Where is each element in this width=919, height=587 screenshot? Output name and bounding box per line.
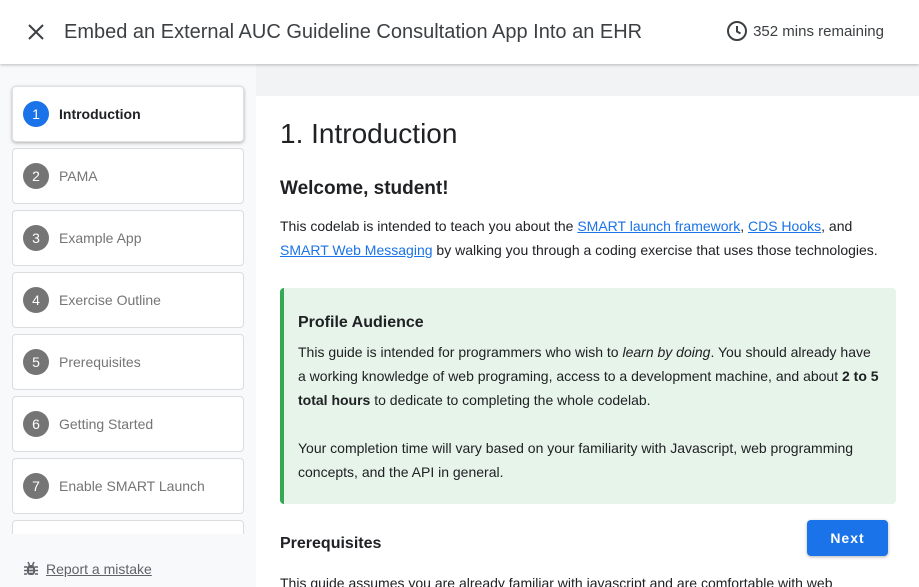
prerequisites-heading: Prerequisites	[280, 535, 382, 552]
step-label: Introduction	[59, 106, 141, 122]
step-label: PAMA	[59, 168, 98, 184]
callout-emphasis: learn by doing	[622, 344, 711, 360]
next-button[interactable]: Next	[807, 520, 888, 556]
callout-text: to dedicate to completing the whole code…	[370, 392, 651, 408]
step-number: 3	[23, 225, 49, 251]
close-icon	[28, 24, 44, 40]
intro-paragraph: This codelab is intended to teach you ab…	[280, 214, 900, 262]
step-label: Example App	[59, 230, 142, 246]
time-remaining-text: 352 mins remaining	[753, 22, 884, 40]
callout-paragraph-1: This guide is intended for programmers w…	[298, 340, 882, 412]
step-number: 7	[23, 473, 49, 499]
step-exercise-outline[interactable]: 4 Exercise Outline	[12, 272, 244, 328]
step-number: 6	[23, 411, 49, 437]
callout-paragraph-2: Your completion time will vary based on …	[298, 440, 854, 480]
step-label: Getting Started	[59, 416, 154, 432]
welcome-heading: Welcome, student!	[280, 178, 449, 199]
smart-web-messaging-link[interactable]: SMART Web Messaging	[280, 242, 433, 258]
cds-hooks-link[interactable]: CDS Hooks	[748, 218, 821, 234]
clock-icon	[727, 21, 748, 41]
step-example-app[interactable]: 3 Example App	[12, 210, 244, 266]
step-pama[interactable]: 2 PAMA	[12, 148, 244, 204]
step-getting-started[interactable]: 6 Getting Started	[12, 396, 244, 452]
step-introduction[interactable]: 1 Introduction	[12, 86, 244, 142]
step-enable-smart-launch[interactable]: 7 Enable SMART Launch	[12, 458, 244, 514]
profile-audience-callout: Profile Audience This guide is intended …	[280, 288, 896, 504]
step-number: 2	[23, 163, 49, 189]
time-remaining: 352 mins remaining	[726, 20, 884, 42]
step-number: 5	[23, 349, 49, 375]
callout-title: Profile Audience	[298, 314, 424, 331]
smart-launch-link[interactable]: SMART launch framework	[577, 218, 740, 234]
callout-text: This guide is intended for programmers w…	[298, 344, 623, 360]
step-content: 1. Introduction Welcome, student! This c…	[256, 96, 919, 587]
steps-sidebar: 1 Introduction 2 PAMA 3 Example App 4 Ex…	[0, 64, 256, 587]
step-number: 1	[23, 101, 49, 127]
close-button[interactable]	[24, 20, 48, 44]
prerequisites-paragraph: This guide assumes you are already famil…	[280, 575, 833, 587]
step-prerequisites[interactable]: 5 Prerequisites	[12, 334, 244, 390]
intro-text: ,	[740, 218, 748, 234]
report-mistake-label: Report a mistake	[46, 561, 152, 577]
intro-text: , and	[821, 218, 853, 234]
step-label: Exercise Outline	[59, 292, 161, 308]
bug-icon	[24, 561, 38, 575]
intro-text: by walking you through a coding exercise…	[432, 242, 878, 258]
step-label: Prerequisites	[59, 354, 141, 370]
step-number: 4	[23, 287, 49, 313]
intro-text: This codelab is intended to teach you ab…	[280, 218, 578, 234]
report-mistake-link[interactable]: Report a mistake	[22, 560, 152, 578]
top-app-bar: Embed an External AUC Guideline Consulta…	[0, 0, 919, 64]
codelab-title: Embed an External AUC Guideline Consulta…	[64, 20, 643, 43]
step-label: Enable SMART Launch	[59, 478, 205, 494]
step-heading: 1. Introduction	[280, 118, 458, 149]
